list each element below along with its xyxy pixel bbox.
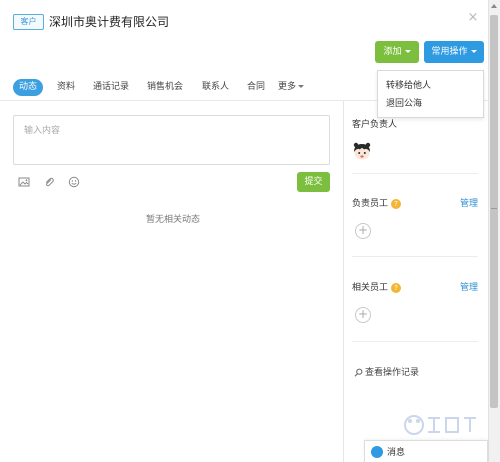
scrollbar-thumb[interactable] xyxy=(490,15,498,408)
related-section-title: 相关员工? xyxy=(352,280,402,293)
chevron-down-icon xyxy=(404,50,411,53)
chat-label: 消息 xyxy=(387,448,406,458)
tab-contracts[interactable]: 合同 xyxy=(247,79,265,96)
section-separator xyxy=(352,341,478,342)
section-separator xyxy=(352,256,478,257)
activity-input-placeholder: 输入内容 xyxy=(24,126,61,136)
emoji-icon[interactable] xyxy=(68,176,80,188)
search-icon xyxy=(354,368,363,377)
image-icon[interactable] xyxy=(18,176,30,188)
tab-contacts[interactable]: 联系人 xyxy=(202,79,229,96)
activity-input[interactable]: 输入内容 xyxy=(13,115,330,165)
section-separator xyxy=(352,173,478,174)
empty-feed-text: 暂无相关动态 xyxy=(146,215,201,225)
scrollbar-grip xyxy=(491,208,497,209)
common-ops-button[interactable]: 常用操作 xyxy=(424,41,484,63)
submit-button[interactable]: 提交 xyxy=(297,172,330,192)
attachment-icon[interactable] xyxy=(43,176,55,188)
chat-bar[interactable]: 消息 xyxy=(364,440,488,462)
add-button-label: 添加 xyxy=(383,47,402,57)
menu-item-transfer[interactable]: 转移给他人 xyxy=(386,79,431,93)
close-icon[interactable]: × xyxy=(466,10,480,26)
customer-tag: 客户 xyxy=(13,14,44,30)
tab-call-log[interactable]: 通话记录 xyxy=(93,79,129,96)
help-icon[interactable]: ? xyxy=(391,198,402,209)
chat-icon xyxy=(371,446,383,458)
chevron-down-icon xyxy=(298,85,305,88)
tab-more-label: 更多 xyxy=(278,82,297,92)
responsible-title-text: 负责员工 xyxy=(352,199,389,209)
menu-item-return-pool[interactable]: 退回公海 xyxy=(386,97,422,111)
tab-profile[interactable]: 资料 xyxy=(57,79,75,96)
chevron-down-icon xyxy=(470,50,477,53)
tab-more[interactable]: 更多 xyxy=(278,79,305,96)
related-title-text: 相关员工 xyxy=(352,283,389,293)
related-manage-link[interactable]: 管理 xyxy=(460,280,478,293)
add-responsible-button[interactable]: + xyxy=(355,223,371,239)
common-ops-label: 常用操作 xyxy=(431,47,468,57)
operation-log-link[interactable]: 查看操作记录 xyxy=(354,365,419,378)
owner-section-title: 客户负责人 xyxy=(352,120,398,130)
common-ops-dropdown: 转移给他人 退回公海 xyxy=(377,70,484,118)
company-title: 深圳市奥计费有限公司 xyxy=(49,15,170,29)
operation-log-label: 查看操作记录 xyxy=(365,368,420,378)
panel-divider xyxy=(343,101,344,462)
scroll-up-arrow[interactable] xyxy=(491,4,497,8)
tab-activity[interactable]: 动态 xyxy=(13,79,44,96)
help-icon[interactable]: ? xyxy=(391,282,402,293)
add-related-button[interactable]: + xyxy=(355,307,371,323)
responsible-manage-link[interactable]: 管理 xyxy=(460,196,478,209)
watermark-logo xyxy=(404,415,476,435)
add-button[interactable]: 添加 xyxy=(375,41,419,63)
avatar[interactable] xyxy=(352,141,372,161)
tab-opportunities[interactable]: 销售机会 xyxy=(147,79,183,96)
responsible-section-title: 负责员工? xyxy=(352,196,402,209)
